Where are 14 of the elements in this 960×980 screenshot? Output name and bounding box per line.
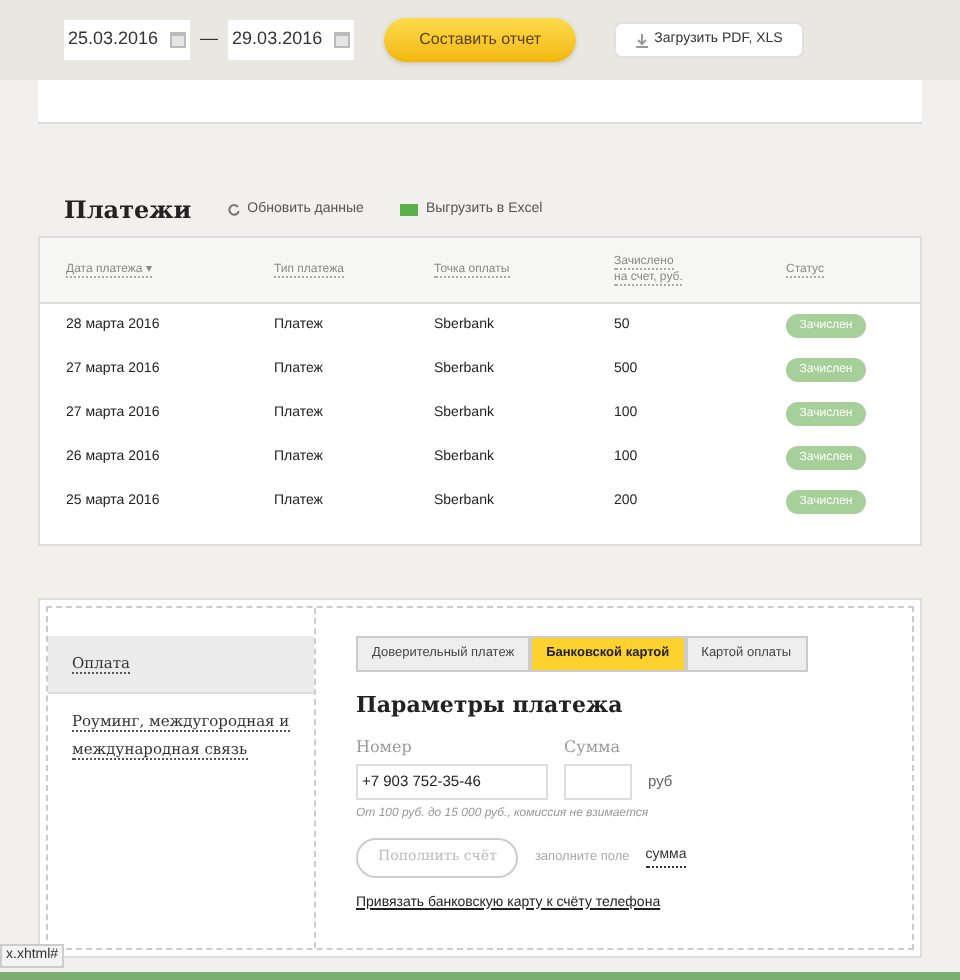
sum-input[interactable] (564, 763, 632, 799)
download-icon (636, 33, 649, 47)
date-field[interactable]: 25.03.2016 (64, 20, 191, 60)
field-label: Номер (356, 735, 414, 759)
refresh-icon (227, 204, 240, 216)
excel-icon (399, 204, 418, 216)
date-separator: — (200, 26, 219, 53)
report-button[interactable]: Составить отчет (384, 18, 577, 62)
section-title: Платежи (64, 194, 192, 228)
calendar-icon[interactable] (170, 32, 187, 48)
field-label: Сумма (564, 735, 621, 759)
calendar-icon[interactable] (334, 32, 351, 48)
form-title: Параметры платежа (356, 690, 625, 722)
date-field[interactable]: 29.03.2016 (228, 20, 355, 60)
